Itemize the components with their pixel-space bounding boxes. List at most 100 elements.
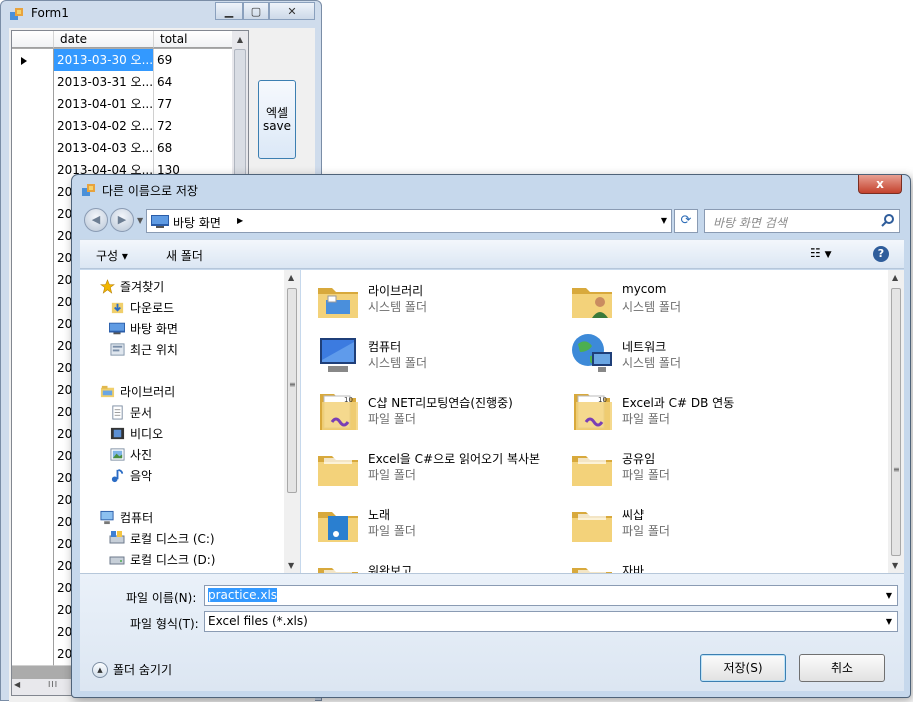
row-header[interactable] xyxy=(12,445,54,468)
table-row[interactable]: 2013-04-01 오... 77 xyxy=(12,93,234,116)
file-item[interactable]: 네트워크 시스템 폴더 xyxy=(568,330,818,382)
file-item[interactable]: 노래 파일 폴더 xyxy=(314,498,564,550)
cell-total[interactable]: 77 xyxy=(154,93,234,116)
back-button[interactable]: ◀ xyxy=(84,208,108,232)
nav-item[interactable]: 다운로드 xyxy=(108,297,174,317)
forward-button[interactable]: ▶ xyxy=(110,208,134,232)
file-item[interactable]: 10 C샵 NET리모팅연습(진행중) 파일 폴더 xyxy=(314,386,564,438)
scroll-up-arrow-icon[interactable]: ▲ xyxy=(892,273,898,282)
nav-item[interactable]: 컴퓨터 xyxy=(98,507,153,527)
cell-total[interactable]: 69 xyxy=(154,49,234,72)
scroll-left-arrow-icon[interactable]: ◀ xyxy=(14,680,20,689)
organize-menu[interactable]: 구성 ▾ xyxy=(96,247,128,264)
nav-item[interactable]: 비디오 xyxy=(108,423,163,443)
address-path[interactable]: 바탕 화면 xyxy=(173,214,221,231)
table-row[interactable]: 2013-04-02 오... 72 xyxy=(12,115,234,138)
row-header[interactable] xyxy=(12,335,54,358)
nav-item[interactable]: 라이브러리 xyxy=(98,381,175,401)
table-row[interactable]: 2013-03-30 오... 69 xyxy=(12,49,234,72)
file-scroll-thumb[interactable] xyxy=(891,288,901,556)
row-header[interactable] xyxy=(12,225,54,248)
nav-item[interactable]: 즐겨찾기 xyxy=(98,276,164,296)
row-header[interactable] xyxy=(12,423,54,446)
row-header[interactable] xyxy=(12,313,54,336)
minimize-button[interactable]: ▁ xyxy=(215,2,243,20)
new-folder-button[interactable]: 새 폴더 xyxy=(166,247,203,264)
file-item[interactable]: 자바 xyxy=(568,554,818,573)
filetype-dropdown-icon[interactable]: ▼ xyxy=(886,617,892,626)
row-header[interactable] xyxy=(12,643,54,666)
row-header[interactable] xyxy=(12,555,54,578)
filename-value[interactable]: practice.xls xyxy=(208,588,278,602)
file-item[interactable]: 10 Excel과 C# DB 연동 파일 폴더 xyxy=(568,386,818,438)
cell-date[interactable]: 2013-04-02 오... xyxy=(54,115,154,138)
save-button[interactable]: 저장(S) xyxy=(700,654,786,682)
maximize-button[interactable]: ▢ xyxy=(243,2,269,20)
row-header[interactable] xyxy=(12,599,54,622)
row-header[interactable] xyxy=(12,489,54,512)
row-header[interactable] xyxy=(12,621,54,644)
row-header[interactable] xyxy=(12,49,54,72)
column-header-total[interactable]: total xyxy=(154,31,234,48)
filename-dropdown-icon[interactable]: ▼ xyxy=(886,591,892,600)
row-header[interactable] xyxy=(12,379,54,402)
file-item[interactable]: Excel을 C#으로 읽어오기 복사본 파일 폴더 xyxy=(314,442,564,494)
nav-scroll-thumb[interactable] xyxy=(287,288,297,493)
row-header[interactable] xyxy=(12,291,54,314)
cancel-button[interactable]: 취소 xyxy=(799,654,885,682)
file-item[interactable]: 공유임 파일 폴더 xyxy=(568,442,818,494)
nav-item[interactable]: 바탕 화면 xyxy=(108,318,178,338)
row-header[interactable] xyxy=(12,357,54,380)
cell-date[interactable]: 2013-03-30 오... xyxy=(54,49,154,72)
nav-item[interactable]: 로컬 디스크 (D:) xyxy=(108,549,215,569)
row-header[interactable] xyxy=(12,533,54,556)
table-row[interactable]: 2013-03-31 오... 64 xyxy=(12,71,234,94)
row-header[interactable] xyxy=(12,159,54,182)
nav-item[interactable]: 음악 xyxy=(108,465,152,485)
scroll-down-arrow-icon[interactable]: ▼ xyxy=(288,561,294,570)
row-header[interactable] xyxy=(12,577,54,600)
grid-corner-header[interactable] xyxy=(12,31,54,48)
file-item[interactable]: 라이브러리 시스템 폴더 xyxy=(314,274,564,326)
filetype-select[interactable]: Excel files (*.xls) ▼ xyxy=(204,611,898,632)
column-header-date[interactable]: date xyxy=(54,31,154,48)
cell-total[interactable]: 72 xyxy=(154,115,234,138)
cell-total[interactable]: 68 xyxy=(154,137,234,160)
row-header[interactable] xyxy=(12,93,54,116)
row-header[interactable] xyxy=(12,71,54,94)
nav-item[interactable]: 문서 xyxy=(108,402,152,422)
breadcrumb-chevron-icon[interactable]: ▶ xyxy=(237,216,243,225)
scroll-up-arrow-icon[interactable]: ▲ xyxy=(288,273,294,282)
file-item[interactable]: 워완보고 xyxy=(314,554,564,573)
scroll-grip[interactable]: III xyxy=(48,680,58,689)
filename-input[interactable]: practice.xls ▼ xyxy=(204,585,898,606)
dialog-close-button[interactable]: x xyxy=(858,175,902,194)
form1-titlebar[interactable]: Form1 ▁ ▢ ✕ xyxy=(1,1,321,27)
table-row[interactable]: 2013-04-03 오... 68 xyxy=(12,137,234,160)
nav-item[interactable]: 로컬 디스크 (C:) xyxy=(108,528,215,548)
row-header[interactable] xyxy=(12,511,54,534)
cell-date[interactable]: 2013-04-03 오... xyxy=(54,137,154,160)
cell-date[interactable]: 2013-04-01 오... xyxy=(54,93,154,116)
nav-item[interactable]: 사진 xyxy=(108,444,152,464)
file-item[interactable]: mycom 시스템 폴더 xyxy=(568,274,818,326)
refresh-button[interactable]: ⟳ xyxy=(674,209,698,233)
row-header[interactable] xyxy=(12,115,54,138)
file-list-scrollbar[interactable]: ▲ ≡ ▼ xyxy=(888,270,904,573)
address-bar[interactable]: 바탕 화면 ▶ ▼ xyxy=(146,209,672,233)
scroll-up-arrow-icon[interactable]: ▲ xyxy=(232,31,248,48)
search-box[interactable]: 바탕 화면 검색 xyxy=(704,209,900,233)
history-dropdown-icon[interactable]: ▼ xyxy=(137,216,143,225)
help-button[interactable]: ? xyxy=(873,246,889,262)
file-item[interactable]: 씨샵 파일 폴더 xyxy=(568,498,818,550)
excel-save-button[interactable]: 엑셀 save xyxy=(258,80,296,159)
row-header[interactable] xyxy=(12,247,54,270)
form1-close-button[interactable]: ✕ xyxy=(269,2,315,20)
address-dropdown-icon[interactable]: ▼ xyxy=(661,216,667,225)
row-header[interactable] xyxy=(12,203,54,226)
cell-date[interactable]: 2013-03-31 오... xyxy=(54,71,154,94)
row-header[interactable] xyxy=(12,181,54,204)
row-header[interactable] xyxy=(12,401,54,424)
view-options-button[interactable]: ☷ ▼ xyxy=(810,246,832,260)
row-header[interactable] xyxy=(12,467,54,490)
